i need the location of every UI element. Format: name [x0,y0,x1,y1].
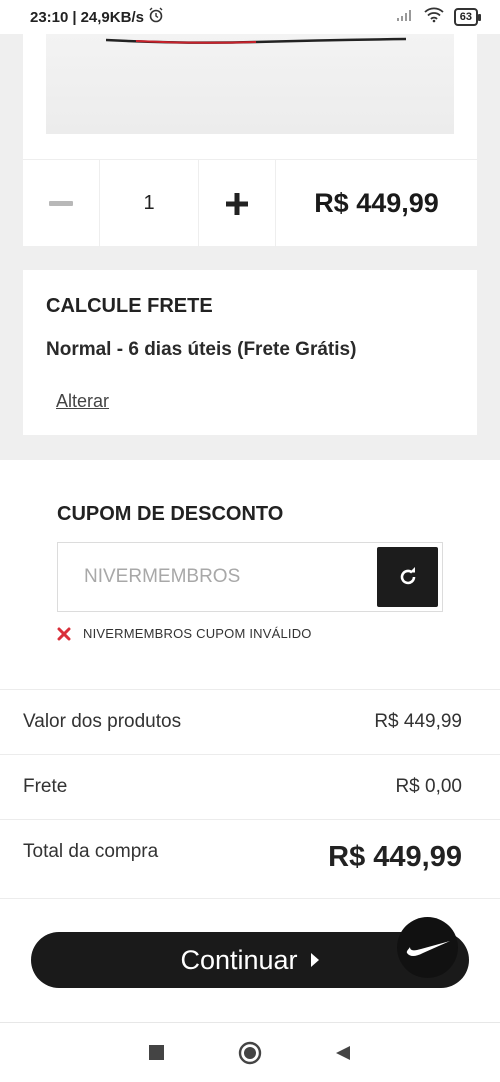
nike-chat-button[interactable] [397,917,458,978]
continue-label: Continuar [180,944,298,975]
coupon-field [57,542,443,612]
plus-icon [226,192,248,215]
quantity-row: 1 R$ 449,99 [23,159,477,247]
shipping-option: Normal - 6 dias úteis (Frete Grátis) [46,339,357,360]
coupon-title: CUPOM DE DESCONTO [57,503,284,525]
total-value: R$ 449,99 [328,841,462,873]
shipping-card: CALCULE FRETE Normal - 6 dias úteis (Fre… [23,270,477,435]
order-summary: Valor dos produtos R$ 449,99 Frete R$ 0,… [0,689,500,899]
products-label: Valor dos produtos [23,711,182,732]
status-right: 63 [396,7,482,27]
total-label: Total da compra [23,841,159,862]
wifi-icon [424,7,444,27]
increase-quantity-button[interactable] [199,160,276,247]
summary-row-products: Valor dos produtos R$ 449,99 [0,689,500,754]
status-separator: | [72,8,77,26]
signal-icon [396,8,414,26]
quantity-value[interactable]: 1 [100,160,199,247]
checkout-panel: CUPOM DE DESCONTO NIVERMEMBROS CUPOM INV… [0,460,500,1082]
shoe-image-stripe [106,37,406,44]
error-x-icon [57,627,71,640]
product-image [46,34,454,134]
coupon-input[interactable] [58,543,368,611]
battery-indicator: 63 [453,8,482,26]
home-button[interactable] [235,1038,265,1068]
decrease-quantity-button[interactable] [23,160,100,247]
triangle-left-icon [336,1045,351,1060]
shipping-label: Frete [23,776,68,797]
summary-row-shipping: Frete R$ 0,00 [0,754,500,819]
product-price: R$ 449,99 [314,188,439,218]
change-shipping-link[interactable]: Alterar [56,391,109,412]
circle-icon [238,1041,262,1064]
shipping-value: R$ 0,00 [395,776,462,797]
refresh-icon [400,567,415,585]
apply-coupon-button[interactable] [377,547,438,607]
minus-icon [49,200,73,206]
alarm-icon [148,7,164,27]
shipping-title: CALCULE FRETE [46,295,213,317]
square-icon [149,1045,165,1060]
status-time: 23:10 [30,8,69,26]
nike-swoosh-icon [406,940,450,956]
products-value: R$ 449,99 [374,711,462,732]
status-bar: 23:10 | 24,9KB/s 63 [0,0,500,34]
product-card: 1 R$ 449,99 [23,34,477,247]
coupon-error-message: NIVERMEMBROS CUPOM INVÁLIDO [57,626,312,641]
status-left: 23:10 | 24,9KB/s [30,7,164,27]
coupon-error-text: NIVERMEMBROS CUPOM INVÁLIDO [83,626,312,641]
summary-row-total: Total da compra R$ 449,99 [0,819,500,899]
status-network-speed: 24,9KB/s [80,8,144,26]
back-button[interactable] [328,1038,358,1068]
play-arrow-icon [310,953,319,967]
android-nav-bar [0,1022,500,1082]
recent-apps-button[interactable] [142,1038,172,1068]
